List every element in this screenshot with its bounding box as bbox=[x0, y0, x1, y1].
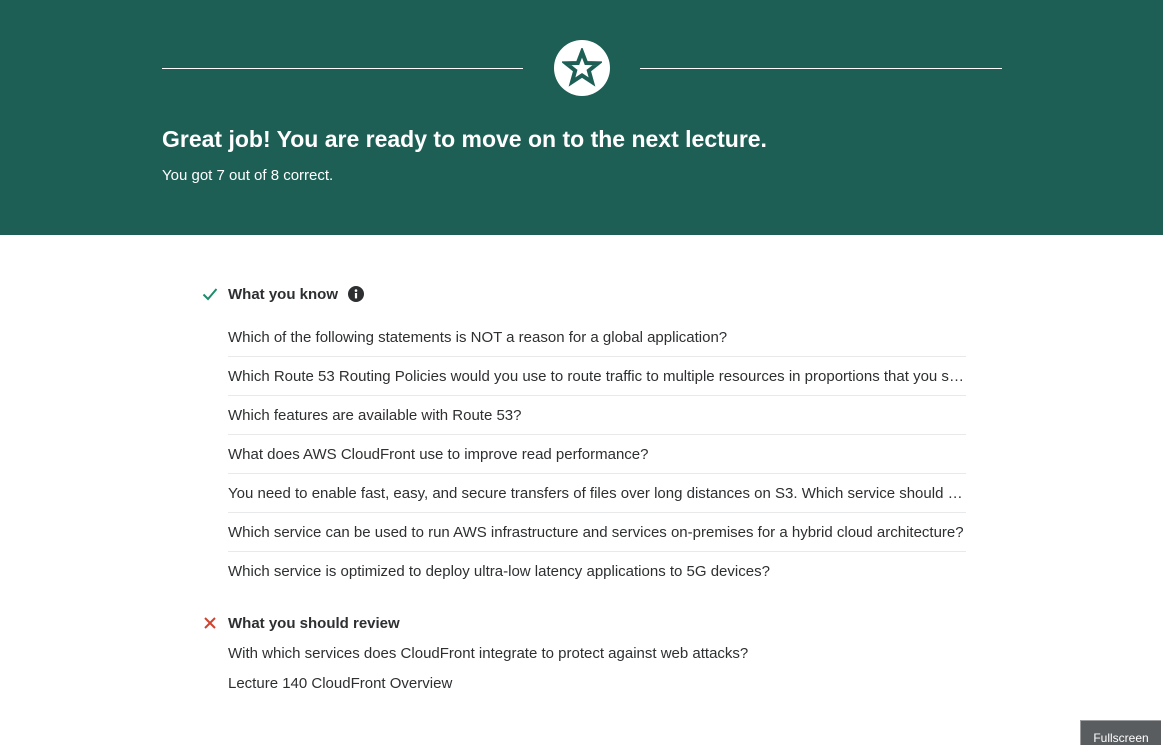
lecture-link[interactable]: Lecture 140 CloudFront Overview bbox=[200, 674, 966, 694]
divider-left bbox=[162, 68, 523, 69]
list-item: Which features are available with Route … bbox=[228, 396, 966, 435]
section-title: What you know bbox=[228, 285, 338, 303]
what-to-review-section: What you should review With which servic… bbox=[200, 611, 966, 694]
star-badge bbox=[554, 40, 610, 96]
star-icon bbox=[562, 48, 602, 87]
list-item: What does AWS CloudFront use to improve … bbox=[228, 435, 966, 474]
info-icon[interactable] bbox=[348, 286, 364, 302]
results-banner: Great job! You are ready to move on to t… bbox=[0, 0, 1163, 235]
list-item: Which service is optimized to deploy ult… bbox=[228, 563, 770, 580]
divider-right bbox=[640, 68, 1002, 69]
check-icon bbox=[200, 284, 220, 304]
list-item: Which Route 53 Routing Policies would yo… bbox=[228, 357, 966, 396]
what-you-know-header: What you know bbox=[200, 282, 966, 306]
result-headline: Great job! You are ready to move on to t… bbox=[162, 126, 767, 152]
known-question-list: Which of the following statements is NOT… bbox=[200, 318, 966, 591]
section-title: What you should review bbox=[228, 614, 400, 632]
list-item: Which service can be used to run AWS inf… bbox=[228, 513, 966, 552]
review-question: With which services does CloudFront inte… bbox=[228, 645, 749, 662]
list-item: Which of the following statements is NOT… bbox=[228, 318, 966, 357]
list-item: You need to enable fast, easy, and secur… bbox=[228, 474, 966, 513]
what-to-review-header: What you should review bbox=[200, 611, 966, 635]
what-you-know-section: What you know Which of the following sta… bbox=[200, 282, 966, 591]
score-summary: You got 7 out of 8 correct. bbox=[162, 167, 334, 184]
x-icon bbox=[200, 613, 220, 633]
fullscreen-button[interactable]: Fullscreen bbox=[1080, 720, 1161, 745]
